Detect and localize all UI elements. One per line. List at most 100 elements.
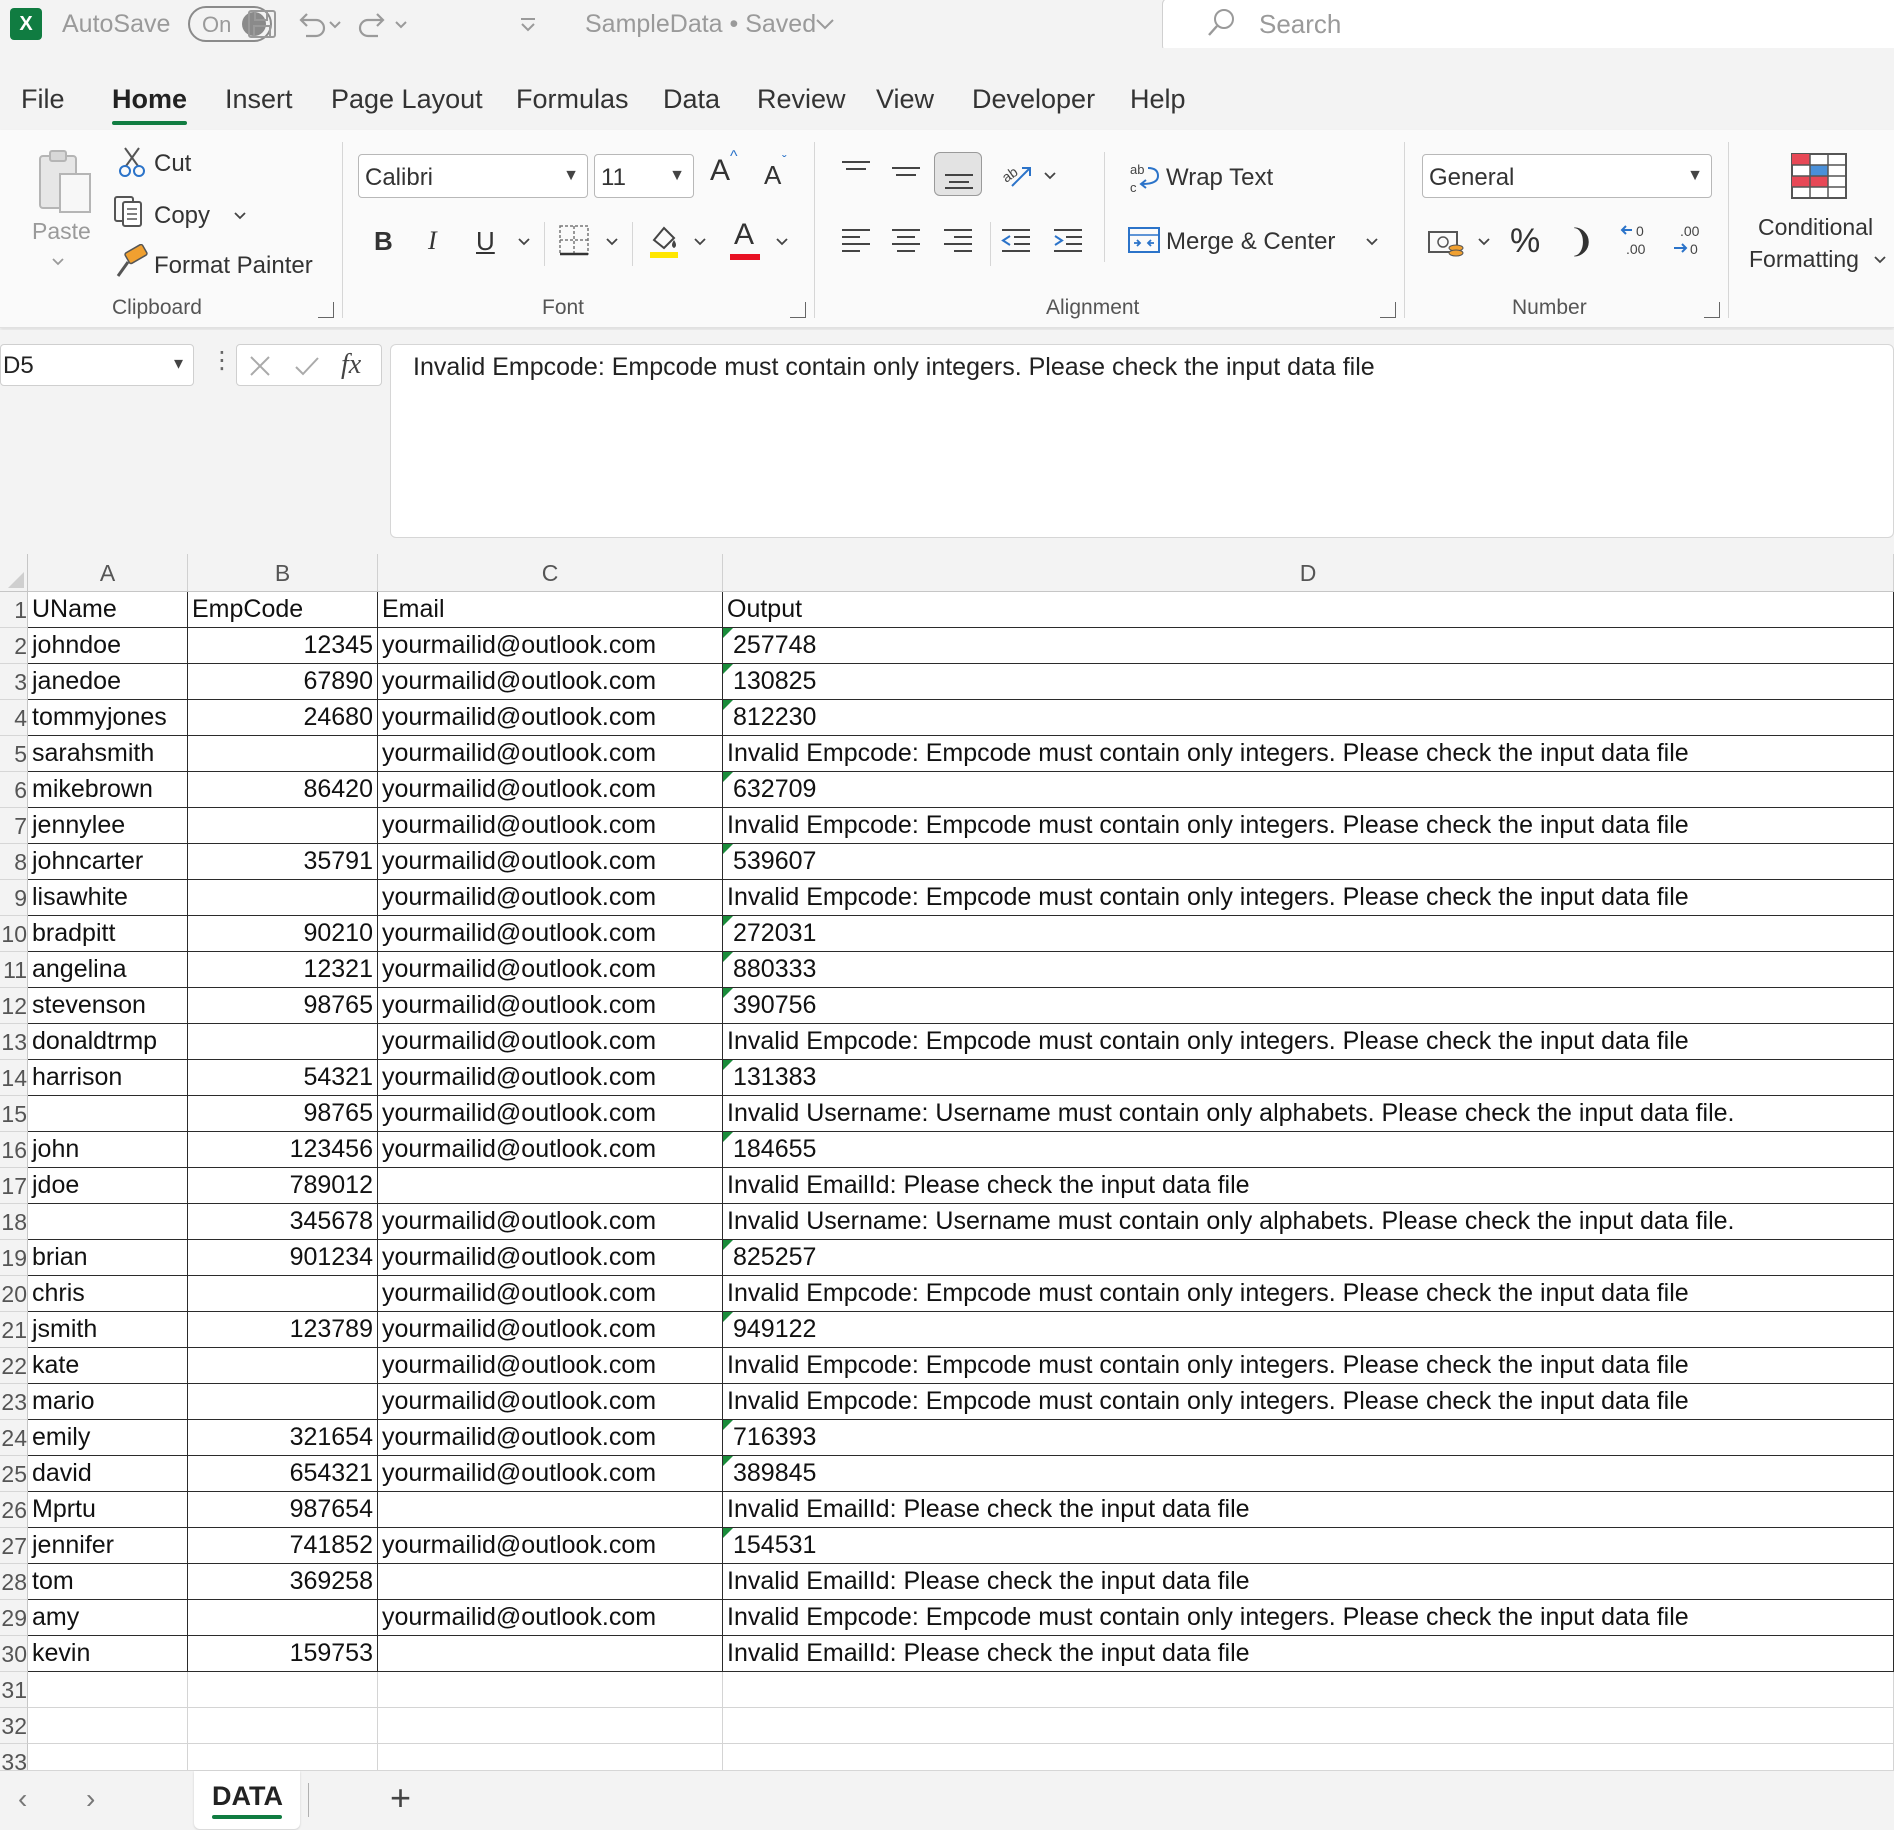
tab-developer[interactable]: Developer — [972, 84, 1095, 115]
save-icon[interactable] — [244, 6, 280, 42]
tab-view[interactable]: View — [876, 84, 934, 115]
tab-page-layout[interactable]: Page Layout — [331, 84, 483, 115]
cell-output[interactable]: 539607 — [723, 844, 1894, 880]
cell-uname[interactable]: johndoe — [28, 628, 188, 664]
tab-help[interactable]: Help — [1130, 84, 1186, 115]
decrease-decimal-icon[interactable]: .00 0 — [1670, 220, 1712, 260]
empty-cell[interactable] — [723, 1744, 1894, 1770]
cell-uname[interactable]: chris — [28, 1276, 188, 1312]
cell-empcode[interactable]: 12345 — [188, 628, 378, 664]
row-header[interactable]: 5 — [0, 736, 28, 772]
tab-file[interactable]: File — [21, 84, 65, 115]
column-header-c[interactable]: C — [378, 554, 723, 592]
cell-uname[interactable]: kate — [28, 1348, 188, 1384]
cell-uname[interactable]: stevenson — [28, 988, 188, 1024]
tab-insert[interactable]: Insert — [225, 84, 293, 115]
font-family-select[interactable]: Calibri ▼ — [358, 154, 588, 198]
number-dialog-launcher[interactable] — [1704, 302, 1720, 318]
cell-email[interactable]: yourmailid@outlook.com — [378, 772, 723, 808]
cell-email[interactable]: yourmailid@outlook.com — [378, 628, 723, 664]
cell-uname[interactable]: jsmith — [28, 1312, 188, 1348]
bottom-align-button[interactable] — [934, 152, 982, 196]
orientation-icon[interactable]: ab — [998, 156, 1034, 192]
empty-cell[interactable] — [378, 1708, 723, 1744]
add-sheet-button[interactable]: + — [390, 1777, 411, 1819]
conditional-formatting-button[interactable]: Conditional — [1758, 214, 1873, 241]
accounting-format-icon[interactable] — [1426, 224, 1466, 260]
sheet-tab-data[interactable]: DATA — [194, 1771, 300, 1829]
conditional-dropdown-icon[interactable] — [1872, 252, 1888, 268]
cell-empcode[interactable]: 987654 — [188, 1492, 378, 1528]
cell-empcode[interactable]: 67890 — [188, 664, 378, 700]
cell-empcode[interactable]: 123456 — [188, 1132, 378, 1168]
borders-icon[interactable] — [556, 222, 592, 258]
cell-empcode[interactable]: 35791 — [188, 844, 378, 880]
cell-output[interactable]: 812230 — [723, 700, 1894, 736]
cell-empcode[interactable]: 12321 — [188, 952, 378, 988]
document-title[interactable]: SampleData • Saved — [585, 10, 816, 39]
row-header[interactable]: 25 — [0, 1456, 28, 1492]
row-header[interactable]: 6 — [0, 772, 28, 808]
merge-dropdown-icon[interactable] — [1364, 234, 1380, 250]
cell-uname[interactable] — [28, 1204, 188, 1240]
cell-output[interactable]: 825257 — [723, 1240, 1894, 1276]
cell-output[interactable]: Invalid Empcode: Empcode must contain on… — [723, 1024, 1894, 1060]
cell-email[interactable]: yourmailid@outlook.com — [378, 1348, 723, 1384]
cell-uname[interactable]: jennylee — [28, 808, 188, 844]
cell-uname[interactable]: donaldtrmp — [28, 1024, 188, 1060]
row-header[interactable]: 24 — [0, 1420, 28, 1456]
cell-uname[interactable]: Mprtu — [28, 1492, 188, 1528]
increase-font-size-button[interactable]: A — [710, 154, 730, 188]
empty-cell[interactable] — [188, 1672, 378, 1708]
row-header[interactable]: 30 — [0, 1636, 28, 1672]
paste-dropdown-icon[interactable] — [50, 254, 66, 270]
row-header[interactable]: 21 — [0, 1312, 28, 1348]
cell-empcode[interactable]: 741852 — [188, 1528, 378, 1564]
undo-icon[interactable] — [292, 6, 328, 42]
empty-cell[interactable] — [723, 1672, 1894, 1708]
cell-email[interactable]: yourmailid@outlook.com — [378, 1060, 723, 1096]
row-header[interactable]: 22 — [0, 1348, 28, 1384]
decrease-font-size-button[interactable]: A — [764, 160, 781, 191]
wrap-text-button[interactable]: Wrap Text — [1166, 164, 1273, 192]
header-cell-output[interactable]: Output — [723, 592, 1894, 628]
row-header[interactable]: 27 — [0, 1528, 28, 1564]
cell-empcode[interactable]: 789012 — [188, 1168, 378, 1204]
row-header[interactable]: 10 — [0, 916, 28, 952]
cell-uname[interactable]: janedoe — [28, 664, 188, 700]
cell-empcode[interactable]: 159753 — [188, 1636, 378, 1672]
cell-uname[interactable]: lisawhite — [28, 880, 188, 916]
cell-output[interactable]: Invalid Username: Username must contain … — [723, 1096, 1894, 1132]
row-header[interactable]: 14 — [0, 1060, 28, 1096]
search-box[interactable]: Search — [1162, 0, 1894, 52]
cell-empcode[interactable] — [188, 1600, 378, 1636]
column-header-a[interactable]: A — [28, 554, 188, 592]
cell-output[interactable]: Invalid Empcode: Empcode must contain on… — [723, 1276, 1894, 1312]
undo-dropdown-icon[interactable] — [326, 6, 344, 42]
cell-uname[interactable]: jdoe — [28, 1168, 188, 1204]
row-header[interactable]: 11 — [0, 952, 28, 988]
tab-data[interactable]: Data — [663, 84, 720, 115]
cell-output[interactable]: 257748 — [723, 628, 1894, 664]
cell-empcode[interactable] — [188, 1348, 378, 1384]
cell-email[interactable]: yourmailid@outlook.com — [378, 916, 723, 952]
increase-indent-icon[interactable] — [1050, 224, 1086, 258]
cell-email[interactable]: yourmailid@outlook.com — [378, 880, 723, 916]
cell-email[interactable] — [378, 1168, 723, 1204]
cell-empcode[interactable]: 86420 — [188, 772, 378, 808]
cell-email[interactable]: yourmailid@outlook.com — [378, 1024, 723, 1060]
cell-uname[interactable]: david — [28, 1456, 188, 1492]
column-header-d[interactable]: D — [723, 554, 1894, 592]
customize-toolbar-icon[interactable] — [516, 6, 540, 42]
row-header[interactable]: 32 — [0, 1708, 28, 1744]
redo-dropdown-icon[interactable] — [392, 6, 410, 42]
row-header[interactable]: 4 — [0, 700, 28, 736]
cell-empcode[interactable] — [188, 1276, 378, 1312]
cell-output[interactable]: 632709 — [723, 772, 1894, 808]
empty-cell[interactable] — [28, 1744, 188, 1770]
empty-cell[interactable] — [28, 1708, 188, 1744]
cell-uname[interactable]: mikebrown — [28, 772, 188, 808]
align-right-icon[interactable] — [940, 224, 976, 258]
row-header[interactable]: 33 — [0, 1744, 28, 1770]
middle-align-icon[interactable] — [888, 158, 924, 188]
